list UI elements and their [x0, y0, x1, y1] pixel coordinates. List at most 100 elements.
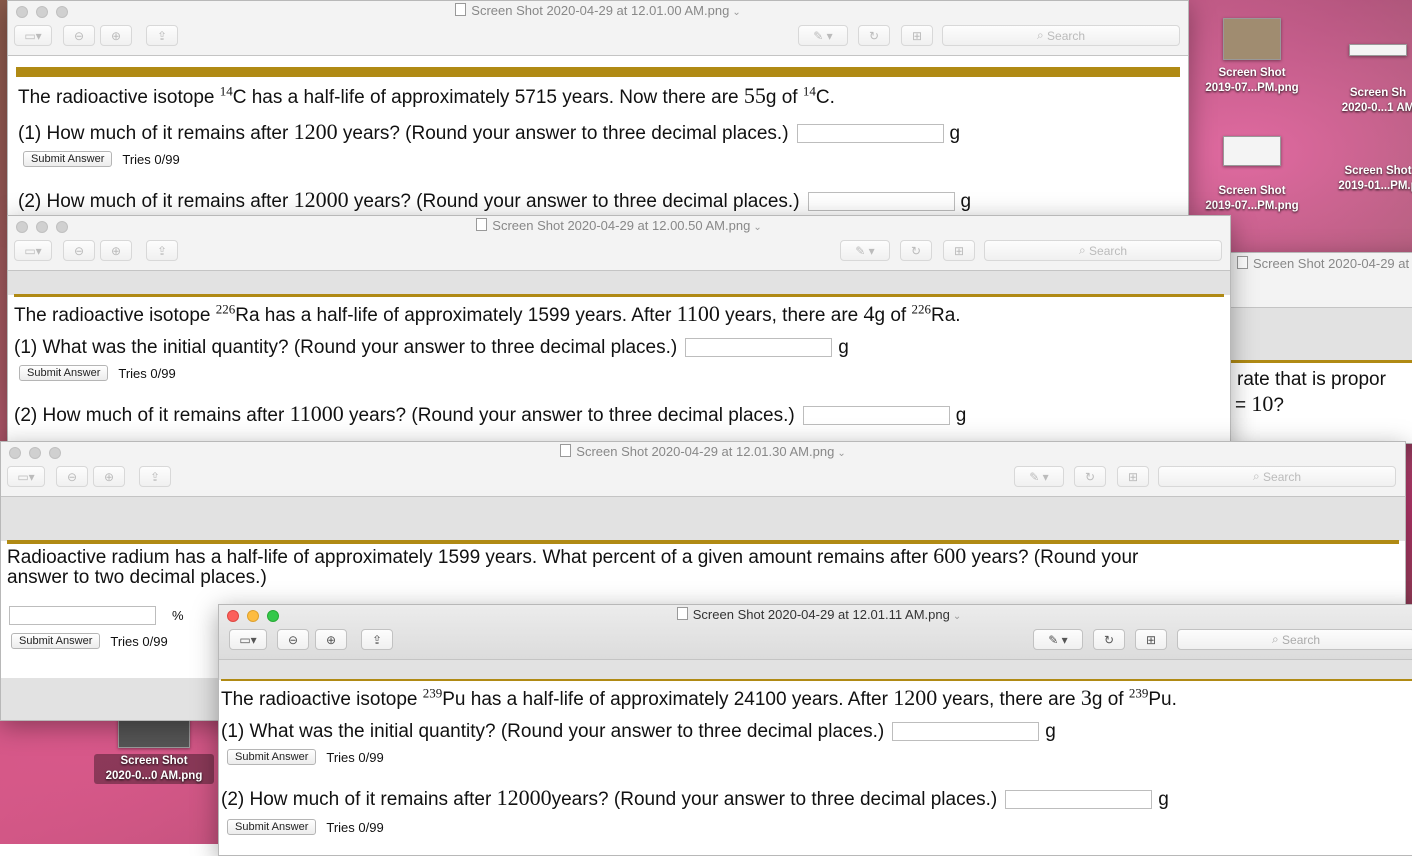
page-margin	[8, 271, 1230, 295]
part2-question: (2) How much of it remains after 11000 y…	[14, 401, 967, 426]
answer-input[interactable]	[9, 606, 156, 625]
toolbox-button[interactable]: ⊞	[901, 25, 933, 46]
title-bar: Screen Shot 2020-04-29 at 12.01.11 AM.pn…	[219, 605, 1412, 660]
chevron-down-icon[interactable]: ⌄	[732, 7, 740, 18]
markup-button[interactable]: ✎ ▾	[840, 240, 890, 261]
desktop-file-icon[interactable]: Screen Shot 2019-01...PM.p	[1318, 164, 1412, 194]
share-button[interactable]: ⇪	[139, 466, 171, 487]
file-label: Screen Sh 2020-0...1 AM	[1341, 87, 1412, 114]
share-button[interactable]: ⇪	[361, 629, 393, 650]
question-text: Radioactive radium has a half-life of ap…	[7, 543, 1139, 588]
page-margin	[1, 497, 1405, 541]
markup-button[interactable]: ✎ ▾	[1033, 629, 1083, 650]
search-field[interactable]: ⌕ Search	[984, 240, 1222, 261]
title-bar: Screen Shot 2020-04-29 at 1	[1231, 253, 1412, 308]
tries-counter: Tries 0/99	[122, 151, 180, 167]
answer-input[interactable]	[892, 722, 1040, 742]
document-icon	[455, 3, 467, 16]
zoom-in-button[interactable]: ⊕	[93, 466, 125, 487]
share-button[interactable]: ⇪	[146, 25, 178, 46]
rotate-button[interactable]: ↻	[1074, 466, 1106, 487]
file-thumbnail	[1223, 18, 1281, 60]
title-bar: Screen Shot 2020-04-29 at 12.01.00 AM.pn…	[8, 1, 1188, 56]
preview-window-4[interactable]: Screen Shot 2020-04-29 at 12.01.11 AM.pn…	[218, 604, 1412, 856]
toolbox-button[interactable]: ⊞	[1135, 629, 1167, 650]
submit-answer-button[interactable]: Submit Answer	[23, 151, 113, 167]
file-thumbnail	[1223, 136, 1281, 166]
equation-fragment: = 10?	[1235, 391, 1284, 416]
answer-input[interactable]	[802, 406, 950, 426]
sidebar-toggle-button[interactable]: ▭▾	[229, 629, 267, 650]
zoom-out-button[interactable]: ⊖	[56, 466, 88, 487]
chevron-down-icon[interactable]: ⌄	[837, 448, 845, 459]
document-icon	[560, 444, 572, 457]
question-fragment: rate that is propor	[1237, 369, 1386, 390]
divider	[7, 540, 1399, 544]
sidebar-toggle-button[interactable]: ▭▾	[7, 466, 45, 487]
part2-question: (2) How much of it remains after 12000 y…	[18, 187, 972, 212]
tries-counter: Tries 0/99	[326, 819, 384, 835]
answer-input[interactable]	[685, 338, 833, 358]
preview-window-2[interactable]: Screen Shot 2020-04-29 at 12.00.50 AM.pn…	[7, 215, 1231, 449]
question-text: The radioactive isotope 14C has a half-l…	[18, 83, 835, 108]
file-label: Screen Shot 2019-07...PM.png	[1205, 67, 1299, 94]
title-bar: Screen Shot 2020-04-29 at 12.01.30 AM.pn…	[1, 442, 1405, 497]
rotate-button[interactable]: ↻	[858, 25, 890, 46]
window-title: Screen Shot 2020-04-29 at 12.01.00 AM.pn…	[471, 3, 730, 18]
sidebar-toggle-button[interactable]: ▭▾	[14, 25, 52, 46]
page-margin	[219, 660, 1412, 680]
zoom-in-button[interactable]: ⊕	[315, 629, 347, 650]
file-thumbnail	[1349, 44, 1407, 56]
preview-window-1[interactable]: Screen Shot 2020-04-29 at 12.01.00 AM.pn…	[7, 0, 1189, 216]
answer-input[interactable]	[796, 124, 944, 144]
sidebar-toggle-button[interactable]: ▭▾	[14, 240, 52, 261]
submit-answer-button[interactable]: Submit Answer	[19, 365, 109, 381]
rotate-button[interactable]: ↻	[900, 240, 932, 261]
submit-answer-button[interactable]: Submit Answer	[227, 749, 317, 765]
window-title: Screen Shot 2020-04-29 at 12.00.50 AM.pn…	[492, 218, 751, 233]
chevron-down-icon[interactable]: ⌄	[753, 222, 761, 233]
document-icon	[1237, 256, 1248, 269]
desktop-file-icon[interactable]: Screen Shot 2019-07...PM.png	[1192, 136, 1312, 214]
question-text: The radioactive isotope 226Ra has a half…	[14, 301, 961, 326]
question-text: The radioactive isotope 239Pu has a half…	[221, 685, 1177, 710]
divider	[14, 294, 1224, 297]
search-field[interactable]: ⌕ Search	[942, 25, 1180, 46]
zoom-out-button[interactable]: ⊖	[63, 25, 95, 46]
chevron-down-icon[interactable]: ⌄	[953, 611, 961, 622]
answer-input[interactable]	[807, 192, 955, 212]
preview-window-back[interactable]: Screen Shot 2020-04-29 at 1 rate that is…	[1230, 252, 1412, 444]
zoom-out-button[interactable]: ⊖	[277, 629, 309, 650]
share-button[interactable]: ⇪	[146, 240, 178, 261]
page-margin	[1231, 308, 1412, 360]
tries-counter: Tries 0/99	[110, 633, 168, 649]
toolbox-button[interactable]: ⊞	[1117, 466, 1149, 487]
file-label: Screen Shot 2020-0...0 AM.png	[94, 754, 214, 784]
divider	[221, 679, 1412, 681]
file-label: Screen Shot 2019-07...PM.png	[1205, 185, 1299, 212]
zoom-out-button[interactable]: ⊖	[63, 240, 95, 261]
window-title: Screen Shot 2020-04-29 at 1	[1253, 256, 1412, 271]
title-bar: Screen Shot 2020-04-29 at 12.00.50 AM.pn…	[8, 216, 1230, 271]
desktop-file-icon[interactable]: Screen Shot 2019-07...PM.png	[1192, 18, 1312, 96]
search-field[interactable]: ⌕ Search	[1177, 629, 1412, 650]
part1-question: (1) What was the initial quantity? (Roun…	[221, 721, 1056, 742]
zoom-in-button[interactable]: ⊕	[100, 240, 132, 261]
markup-button[interactable]: ✎ ▾	[798, 25, 848, 46]
document-icon	[476, 218, 488, 231]
toolbox-button[interactable]: ⊞	[943, 240, 975, 261]
submit-answer-button[interactable]: Submit Answer	[227, 819, 317, 835]
search-field[interactable]: ⌕ Search	[1158, 466, 1396, 487]
zoom-in-button[interactable]: ⊕	[100, 25, 132, 46]
part1-question: (1) What was the initial quantity? (Roun…	[14, 337, 849, 358]
rotate-button[interactable]: ↻	[1093, 629, 1125, 650]
desktop-file-icon[interactable]: Screen Sh 2020-0...1 AM	[1318, 44, 1412, 116]
markup-button[interactable]: ✎ ▾	[1014, 466, 1064, 487]
window-title: Screen Shot 2020-04-29 at 12.01.30 AM.pn…	[576, 444, 835, 459]
window-title: Screen Shot 2020-04-29 at 12.01.11 AM.pn…	[692, 607, 950, 622]
divider	[16, 67, 1180, 77]
tries-counter: Tries 0/99	[118, 365, 176, 381]
answer-input[interactable]	[1005, 790, 1153, 810]
submit-answer-button[interactable]: Submit Answer	[11, 633, 101, 649]
part1-question: (1) How much of it remains after 1200 ye…	[18, 119, 961, 144]
